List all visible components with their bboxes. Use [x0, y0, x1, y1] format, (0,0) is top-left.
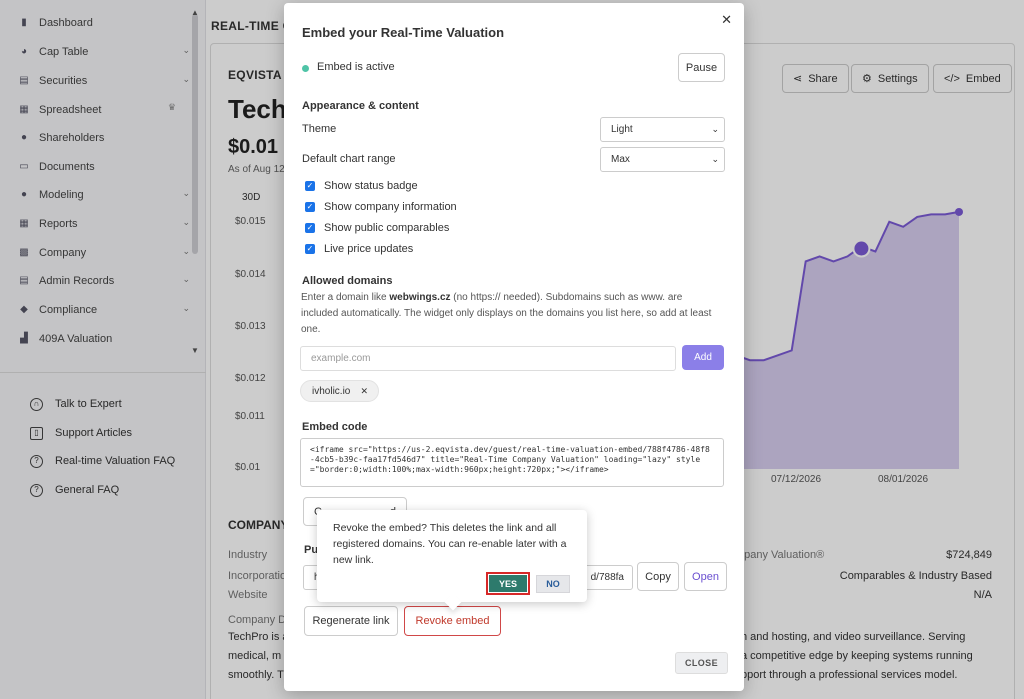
- embed-status: Embed is active: [317, 61, 395, 73]
- checkbox-label: Show public comparables: [324, 222, 450, 234]
- confirm-yes-button[interactable]: YES: [489, 575, 527, 592]
- chevron-down-icon: ⌄: [711, 154, 719, 164]
- embed-code-title: Embed code: [302, 421, 368, 433]
- yes-button-highlight: YES: [486, 572, 530, 595]
- help-example-domain: webwings.cz: [389, 292, 451, 303]
- chevron-down-icon: ⌄: [711, 124, 719, 134]
- checkbox-checked-icon: ✓: [305, 181, 315, 191]
- checkbox-label: Show company information: [324, 201, 457, 213]
- checkbox-checked-icon: ✓: [305, 223, 315, 233]
- checkbox-checked-icon: ✓: [305, 244, 315, 254]
- confirm-no-button[interactable]: NO: [536, 575, 570, 593]
- close-icon[interactable]: ✕: [721, 12, 732, 28]
- url-end: d/788fa: [590, 572, 624, 583]
- help-text: Enter a domain like: [301, 292, 390, 303]
- status-dot-icon: [302, 65, 309, 72]
- live-price-updates-checkbox[interactable]: ✓ Live price updates: [305, 243, 413, 255]
- regenerate-link-button[interactable]: Regenerate link: [304, 606, 398, 636]
- checkbox-label: Live price updates: [324, 243, 414, 255]
- show-public-comparables-checkbox[interactable]: ✓ Show public comparables: [305, 222, 449, 234]
- theme-value: Light: [611, 124, 633, 135]
- chart-range-value: Max: [611, 154, 630, 165]
- confirm-message: Revoke the embed? This deletes the link …: [333, 522, 567, 566]
- domain-chip: ivholic.io ✕: [300, 380, 379, 402]
- show-company-info-checkbox[interactable]: ✓ Show company information: [305, 201, 457, 213]
- add-domain-button[interactable]: Add: [682, 345, 724, 370]
- allowed-domains-title: Allowed domains: [302, 275, 393, 287]
- public-link-label: Pu: [304, 544, 319, 556]
- pause-button[interactable]: Pause: [678, 53, 725, 82]
- allowed-domains-help: Enter a domain like webwings.cz (no http…: [301, 290, 721, 338]
- theme-label: Theme: [302, 123, 337, 135]
- modal-title: Embed your Real-Time Valuation: [302, 25, 505, 40]
- appearance-section-title: Appearance & content: [302, 100, 419, 112]
- domain-placeholder: example.com: [311, 353, 371, 364]
- domain-input[interactable]: example.com: [300, 346, 676, 371]
- chart-range-select[interactable]: Max ⌄: [600, 147, 725, 172]
- checkbox-checked-icon: ✓: [305, 202, 315, 212]
- embed-code-textarea[interactable]: <iframe src="https://us-2.eqvista.dev/gu…: [300, 438, 724, 487]
- remove-domain-icon[interactable]: ✕: [360, 386, 368, 397]
- close-button[interactable]: CLOSE: [675, 652, 728, 674]
- show-status-badge-checkbox[interactable]: ✓ Show status badge: [305, 180, 418, 192]
- open-link-button[interactable]: Open: [684, 562, 727, 591]
- chart-range-label: Default chart range: [302, 153, 396, 165]
- checkbox-label: Show status badge: [324, 180, 418, 192]
- theme-select[interactable]: Light ⌄: [600, 117, 725, 142]
- revoke-confirm-popover: Revoke the embed? This deletes the link …: [317, 510, 587, 611]
- domain-chip-label: ivholic.io: [312, 385, 351, 397]
- copy-link-button[interactable]: Copy: [637, 562, 679, 591]
